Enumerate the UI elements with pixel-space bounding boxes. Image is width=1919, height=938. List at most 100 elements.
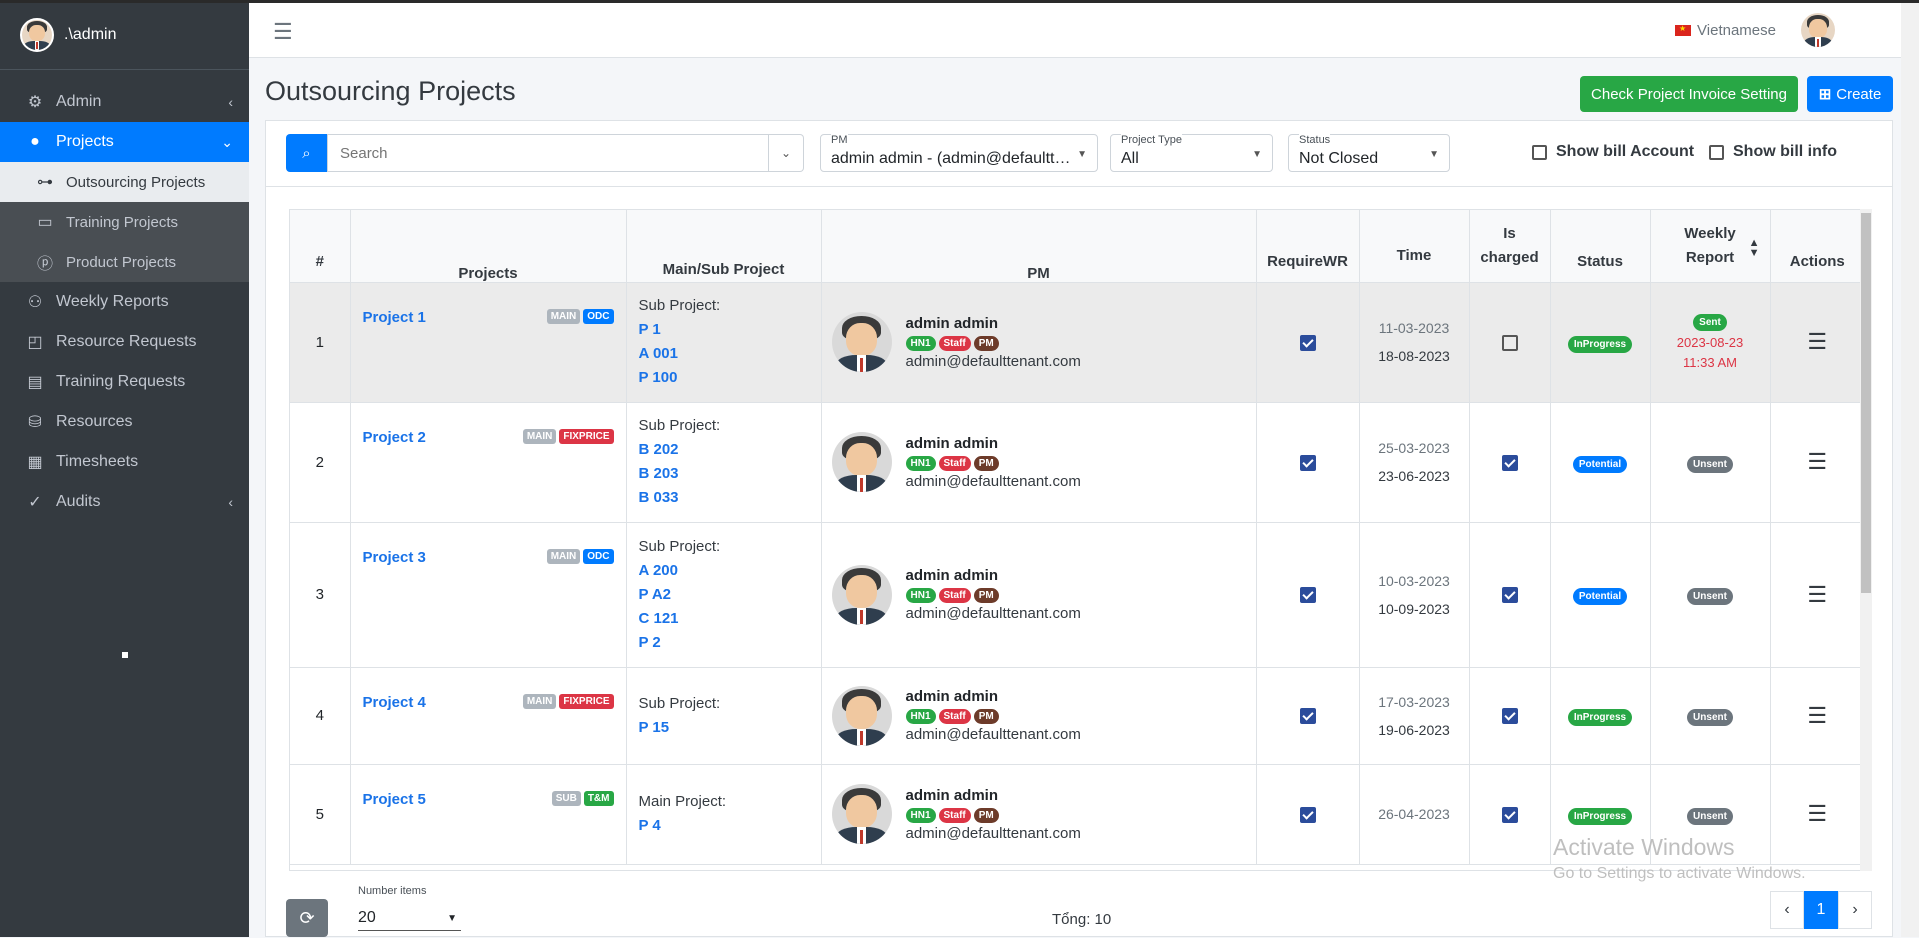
language-selector[interactable]: Vietnamese <box>1675 22 1776 39</box>
sidebar-item-resource-requests[interactable]: ◰ Resource Requests <box>0 322 249 362</box>
time-cell: 10-03-2023 10-09-2023 <box>1359 522 1470 668</box>
sidebar-item-admin[interactable]: ⚙ Admin ‹ <box>0 82 249 122</box>
require-wr-checkbox[interactable] <box>1299 708 1316 725</box>
create-button[interactable]: ⊞ Create <box>1807 76 1893 112</box>
col-is-charged-line1: Is <box>1503 224 1516 242</box>
sidebar-item-training-requests[interactable]: ▤ Training Requests <box>0 362 249 402</box>
show-bill-info-checkbox[interactable]: Show bill info <box>1709 143 1837 161</box>
project-link[interactable]: Project 4 <box>363 694 426 711</box>
pm-select-value: admin admin - (admin@defaulttenant.c... <box>831 150 1071 167</box>
sub-project-label: Sub Project: <box>638 297 721 314</box>
refresh-button[interactable]: ⟳ <box>286 899 328 937</box>
search-input[interactable] <box>327 134 769 172</box>
projects-table-container: # Projects Main/Sub Project PM RequireWR… <box>289 209 1864 871</box>
sub-project-link[interactable]: B 202 <box>639 438 809 462</box>
is-charged-cell <box>1469 764 1551 865</box>
number-items-select[interactable]: 20 ▼ <box>358 901 461 931</box>
sub-project-link[interactable]: C 121 <box>639 607 809 631</box>
sub-project-link[interactable]: B 033 <box>639 486 809 510</box>
laptop-icon: ▭ <box>37 214 53 231</box>
project-type-tag: FIXPRICE <box>559 428 614 444</box>
is-charged-checkbox[interactable] <box>1501 708 1518 725</box>
project-link[interactable]: Project 5 <box>363 791 426 808</box>
actions-menu-icon[interactable]: ☰ <box>1807 703 1827 728</box>
project-link[interactable]: Project 2 <box>363 429 426 446</box>
require-wr-checkbox[interactable] <box>1299 587 1316 604</box>
sort-icon[interactable]: ▲ ▼ <box>1749 238 1760 259</box>
status-select-value: Not Closed <box>1299 150 1379 167</box>
weekly-time: 11:33 AM <box>1683 354 1737 370</box>
project-type-select[interactable]: Project Type All ▼ <box>1110 134 1273 172</box>
sub-project-link[interactable]: A 200 <box>639 559 809 583</box>
sidebar-item-weekly-reports[interactable]: ⚇ Weekly Reports <box>0 282 249 322</box>
sidebar-item-projects[interactable]: ● Projects ⌄ <box>0 122 249 162</box>
project-type-tag: MAIN <box>546 308 581 324</box>
require-wr-checkbox[interactable] <box>1299 334 1316 351</box>
pm-badge: PM <box>973 709 999 724</box>
prev-page-button[interactable]: ‹ <box>1770 891 1804 929</box>
search-button[interactable]: ⌕ <box>286 134 327 172</box>
page-1-button[interactable]: 1 <box>1804 891 1838 929</box>
next-page-button[interactable]: › <box>1838 891 1872 929</box>
project-cell: Project 1 MAIN ODC <box>350 282 627 403</box>
sidebar-item-label: Outsourcing Projects <box>66 173 206 191</box>
sidebar-item-outsourcing-projects[interactable]: ⊶ Outsourcing Projects <box>0 162 249 202</box>
page-scrollbar[interactable] <box>1901 3 1919 937</box>
col-main-sub: Main/Sub Project <box>626 210 822 283</box>
actions-menu-icon[interactable]: ☰ <box>1807 449 1827 474</box>
sub-project-link[interactable]: B 203 <box>639 462 809 486</box>
table-row: 2 Project 2 MAIN FIXPRICE Sub Project: B 2… <box>290 402 1863 523</box>
sub-project-link[interactable]: P A2 <box>639 583 809 607</box>
show-bill-account-checkbox[interactable]: Show bill Account <box>1532 143 1694 161</box>
menu-toggle-icon[interactable]: ☰ <box>273 19 293 45</box>
sub-project-link[interactable]: P 4 <box>639 814 809 838</box>
project-type-tag: MAIN <box>522 428 557 444</box>
actions-menu-icon[interactable]: ☰ <box>1807 582 1827 607</box>
require-wr-checkbox[interactable] <box>1299 454 1316 471</box>
col-weekly-report[interactable]: Weekly Report ▲ ▼ <box>1650 210 1771 283</box>
is-charged-checkbox[interactable] <box>1501 454 1518 471</box>
table-footer: ⟳ Number items 20 ▼ Tổng: 10 ‹ 1 › <box>266 879 1892 938</box>
table-row: 4 Project 4 MAIN FIXPRICE Sub Project: P 1… <box>290 667 1863 765</box>
main-sub-cell: Sub Project: B 202 B 203 B 033 <box>626 402 822 523</box>
pm-name: admin admin <box>905 786 999 804</box>
start-date: 17-03-2023 <box>1378 693 1450 710</box>
sidebar-item-timesheets[interactable]: ▦ Timesheets <box>0 442 249 482</box>
chevron-down-icon: ⌄ <box>221 133 233 150</box>
is-charged-checkbox[interactable] <box>1501 334 1518 351</box>
project-tags: MAIN FIXPRICE <box>522 693 614 709</box>
col-pm: PM <box>821 210 1257 283</box>
pm-select[interactable]: PM admin admin - (admin@defaulttenant.c.… <box>820 134 1098 172</box>
project-cell: Project 3 MAIN ODC <box>350 522 627 668</box>
status-cell: Potential <box>1550 402 1651 523</box>
sub-project-link[interactable]: P 1 <box>639 318 809 342</box>
check-invoice-setting-button[interactable]: Check Project Invoice Setting <box>1580 76 1798 112</box>
sub-project-link[interactable]: P 2 <box>639 631 809 655</box>
sub-project-link[interactable]: A 001 <box>639 342 809 366</box>
project-type-tag: T&M <box>583 790 614 806</box>
chevron-right-icon: › <box>1852 901 1858 918</box>
user-panel[interactable]: .\admin <box>0 0 249 70</box>
sidebar-item-audits[interactable]: ✓ Audits ‹ <box>0 482 249 522</box>
sub-project-link[interactable]: P 100 <box>639 366 809 390</box>
project-link[interactable]: Project 1 <box>363 309 426 326</box>
is-charged-checkbox[interactable] <box>1501 587 1518 604</box>
project-link[interactable]: Project 3 <box>363 549 426 566</box>
user-avatar-menu[interactable] <box>1801 13 1835 47</box>
sidebar-item-training-projects[interactable]: ▭ Training Projects <box>0 202 249 242</box>
pm-badge: PM <box>973 335 999 351</box>
actions-menu-icon[interactable]: ☰ <box>1807 801 1827 826</box>
user-name: .\admin <box>64 25 117 43</box>
search-icon: ⌕ <box>302 144 311 162</box>
sidebar-item-resources[interactable]: ⛁ Resources <box>0 402 249 442</box>
is-charged-checkbox[interactable] <box>1501 806 1518 823</box>
calendar-icon: ▦ <box>27 454 43 471</box>
col-projects: Projects <box>350 210 627 283</box>
sidebar-item-product-projects[interactable]: ⓟ Product Projects <box>0 242 249 282</box>
search-dropdown-button[interactable]: ⌄ <box>769 134 804 172</box>
status-select[interactable]: Status Not Closed ▼ <box>1288 134 1450 172</box>
sub-project-link[interactable]: P 15 <box>639 716 809 740</box>
table-scrollbar-thumb[interactable] <box>1861 213 1871 593</box>
actions-menu-icon[interactable]: ☰ <box>1807 329 1827 354</box>
require-wr-checkbox[interactable] <box>1299 806 1316 823</box>
